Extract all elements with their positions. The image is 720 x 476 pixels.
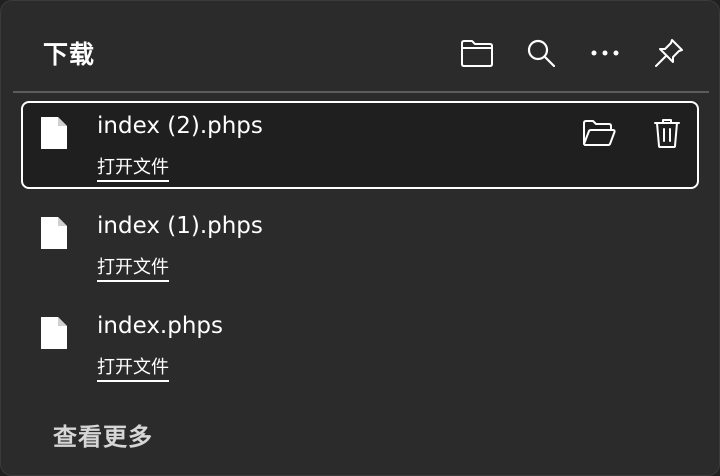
open-file-link[interactable]: 打开文件: [97, 353, 169, 382]
delete-download-button[interactable]: [647, 115, 687, 155]
panel-title: 下载: [43, 40, 96, 69]
file-name: index.phps: [97, 313, 223, 339]
search-downloads-button[interactable]: [519, 31, 563, 75]
show-in-folder-button[interactable]: [579, 115, 619, 155]
download-item[interactable]: index (2).phps 打开文件: [21, 101, 699, 189]
see-more-link[interactable]: 查看更多: [53, 417, 153, 452]
download-item[interactable]: index.phps 打开文件: [21, 301, 697, 387]
folder-open-icon: [582, 118, 616, 152]
open-file-link[interactable]: 打开文件: [97, 253, 169, 282]
header-divider: [13, 91, 709, 93]
download-item[interactable]: index (1).phps 打开文件: [21, 201, 697, 287]
folder-icon: [460, 38, 494, 68]
pin-panel-button[interactable]: [647, 31, 691, 75]
downloads-header: 下载: [1, 1, 719, 91]
downloads-panel: 下载 index (2).phps 打开文件 index (1).phps 打开…: [0, 0, 720, 476]
more-icon: [590, 49, 620, 57]
search-icon: [526, 38, 556, 68]
trash-icon: [653, 117, 681, 153]
open-file-link[interactable]: 打开文件: [97, 153, 169, 182]
file-icon: [39, 315, 69, 355]
file-name: index (1).phps: [97, 213, 263, 239]
file-name: index (2).phps: [97, 113, 263, 139]
file-icon: [39, 115, 69, 155]
pin-icon: [653, 37, 685, 69]
open-downloads-folder-button[interactable]: [455, 31, 499, 75]
file-icon: [39, 215, 69, 255]
more-options-button[interactable]: [583, 31, 627, 75]
